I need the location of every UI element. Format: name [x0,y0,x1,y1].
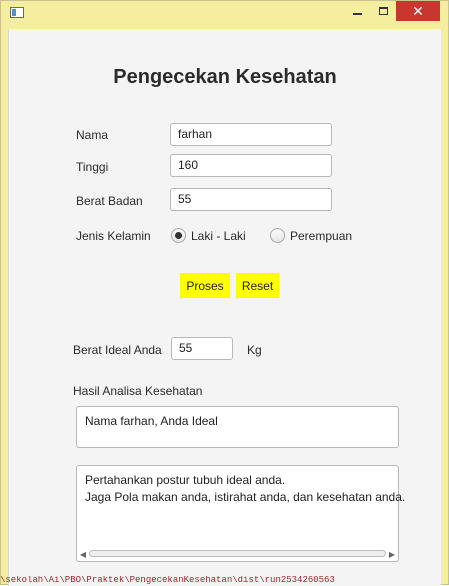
close-button[interactable]: ✕ [396,1,440,21]
close-icon: ✕ [412,2,424,19]
radio-laki-laki-label[interactable]: Laki - Laki [191,229,246,243]
advice-line-1: Pertahankan postur tubuh ideal anda. [85,473,286,487]
advice-textarea[interactable]: Pertahankan postur tubuh ideal anda. Jag… [76,465,406,562]
minimize-icon [352,13,362,15]
scroll-right-icon[interactable]: ▶ [388,549,396,559]
proses-button[interactable]: Proses [180,273,230,298]
ideal-weight-unit: Kg [247,343,262,357]
analysis-label: Hasil Analisa Kesehatan [73,384,203,398]
radio-perempuan-label[interactable]: Perempuan [290,229,352,243]
advice-line-2: Jaga Pola makan anda, istirahat anda, da… [85,490,406,504]
analysis-text: Nama farhan, Anda Ideal [85,414,218,428]
gender-label: Jenis Kelamin [76,229,151,243]
app-window-icon [10,7,24,18]
nama-input[interactable]: farhan [170,123,332,146]
maximize-icon [378,7,388,15]
maximize-button[interactable] [370,1,396,21]
title-bar[interactable]: ✕ [1,1,448,27]
nama-label: Nama [76,128,109,142]
background-console-text: \sekolah\Ai\PBO\Praktek\PengecekanKeseha… [0,576,335,585]
ideal-weight-label: Berat Ideal Anda [73,343,162,357]
tinggi-label: Tinggi [76,160,109,174]
app-window: ✕ Pengecekan Kesehatan Nama farhan Tingg… [0,0,449,586]
analysis-textarea[interactable]: Nama farhan, Anda Ideal [76,406,399,448]
berat-label: Berat Badan [76,194,143,208]
ideal-weight-field[interactable]: 55 [171,337,233,360]
radio-laki-laki[interactable] [171,228,186,243]
radio-perempuan[interactable] [270,228,285,243]
horizontal-scrollbar[interactable]: ◀ ▶ [79,549,396,559]
reset-button[interactable]: Reset [236,273,279,298]
scroll-left-icon[interactable]: ◀ [79,549,87,559]
tinggi-input[interactable]: 160 [170,154,332,177]
berat-input[interactable]: 55 [170,188,332,211]
form-panel: Pengecekan Kesehatan Nama farhan Tinggi … [8,29,441,586]
minimize-button[interactable] [344,1,370,21]
page-title: Pengecekan Kesehatan [113,66,337,88]
scrollbar-track[interactable] [89,550,386,557]
